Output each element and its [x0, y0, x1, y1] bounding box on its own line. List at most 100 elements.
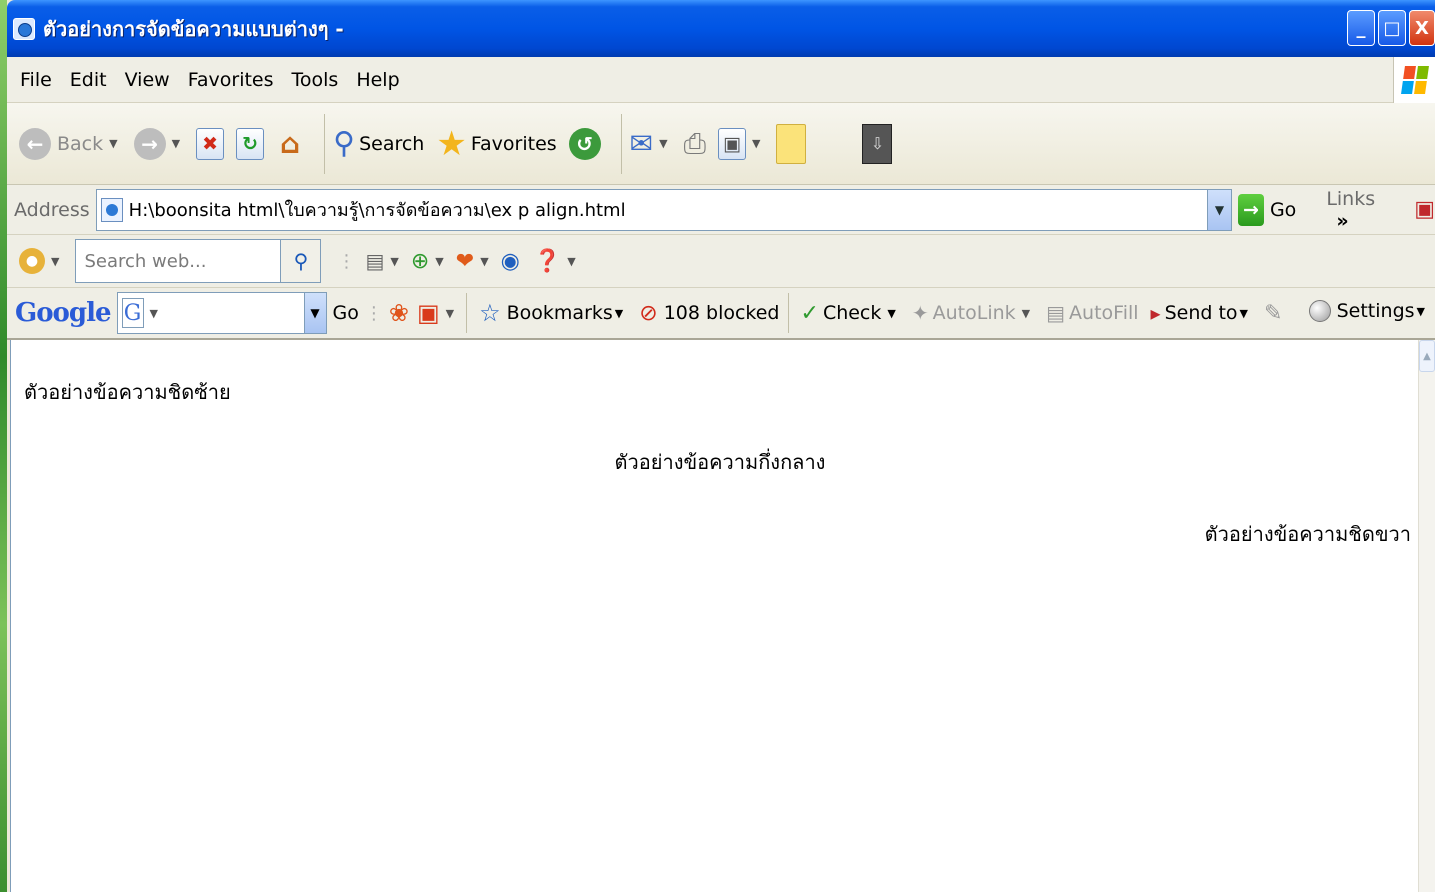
address-input[interactable]: H:\boonsita html\ใบความรู้\การจัดข้อความ… [95, 188, 1232, 231]
home-icon: ⌂ [280, 127, 301, 160]
send-to-dropdown-icon: ▼ [1239, 306, 1249, 320]
google-go-button[interactable]: Go [333, 302, 359, 324]
send-to-button[interactable]: ▸ Send to ▼ [1151, 301, 1252, 325]
forward-dropdown-icon[interactable]: ▼ [172, 137, 180, 150]
mail-dropdown-icon[interactable]: ▼ [659, 137, 667, 150]
print-button[interactable]: ⎙ [684, 127, 706, 161]
back-button[interactable]: ← Back ▼ [19, 127, 122, 160]
browser-window: ตัวอย่างการจัดข้อความแบบต่างๆ - _ □ X Fi… [7, 0, 1435, 892]
menu-help[interactable]: Help [356, 69, 399, 91]
address-dropdown-icon[interactable]: ▼ [1206, 189, 1231, 230]
add-dropdown-icon[interactable]: ▼ [435, 255, 443, 268]
printer-icon: ⎙ [683, 126, 706, 160]
ie-page-icon [13, 17, 35, 40]
forward-button[interactable]: → ▼ [133, 127, 184, 160]
google-search-input[interactable]: G ▼ ▼ [116, 292, 327, 334]
spellcheck-button[interactable]: ✓ Check ▼ [801, 301, 900, 326]
blocked-label: 108 blocked [663, 302, 780, 324]
history-button[interactable]: ↺ [568, 127, 601, 160]
butterfly-dropdown-icon[interactable]: ▼ [480, 255, 488, 268]
standard-toolbar: ← Back ▼ → ▼ ✖ ↻ ⌂ ⚲ Search ★ Favorites … [7, 103, 1435, 185]
toolbar-separator [620, 113, 622, 174]
autolink-dropdown-icon: ▼ [1021, 306, 1031, 320]
menu-favorites[interactable]: Favorites [188, 69, 274, 91]
home-button[interactable]: ⌂ [276, 127, 304, 160]
back-label: Back [57, 132, 104, 155]
add-icon[interactable]: ⊕ [411, 249, 429, 274]
highlighter-icon[interactable]: ✎ [1264, 301, 1282, 326]
links-button[interactable]: Links » [1326, 188, 1402, 232]
google-g-icon: G [121, 298, 144, 328]
toolbar-separator [787, 293, 789, 333]
menu-tools[interactable]: Tools [292, 69, 339, 91]
stop-icon: ✖ [196, 127, 225, 160]
search-input[interactable]: Search web... ⚲ [75, 239, 322, 283]
search-go-icon[interactable]: ⚲ [280, 240, 321, 282]
maximize-button[interactable]: □ [1378, 10, 1406, 46]
search-toolbar: ● ▼ Search web... ⚲ ⋮ ▤ ▼ ⊕ ▼ ❤ ▼ ◉ ❓ ▼ [7, 235, 1435, 288]
settings-button[interactable]: Settings ▼ [1308, 300, 1429, 322]
menu-file[interactable]: File [20, 69, 52, 91]
mail-button[interactable]: ✉ ▼ [630, 127, 672, 160]
autolink-label: AutoLink [932, 302, 1016, 324]
search-engine-icon[interactable]: ● [19, 248, 45, 274]
settings-dropdown-icon: ▼ [1416, 304, 1425, 318]
pdf-icon[interactable]: ▣ [1414, 197, 1435, 222]
go-button[interactable]: → Go [1237, 193, 1297, 226]
messenger-icon[interactable]: ◉ [501, 249, 520, 274]
search-button[interactable]: ⚲ Search [333, 126, 424, 161]
autofill-button[interactable]: ▤ AutoFill [1046, 301, 1138, 325]
google-g-dropdown-icon[interactable]: ▼ [150, 307, 158, 320]
autolink-wand-icon: ✦ [911, 301, 929, 325]
menu-edit[interactable]: Edit [70, 69, 107, 91]
links-chevron-icon[interactable]: » [1336, 210, 1348, 232]
menu-view[interactable]: View [125, 69, 170, 91]
google-input-dropdown-icon[interactable]: ▼ [303, 293, 326, 333]
mail-icon: ✉ [629, 127, 654, 160]
edit-button[interactable]: ▣ ▼ [718, 127, 764, 160]
help-icon[interactable]: ❓ [534, 249, 561, 274]
butterfly-icon[interactable]: ❤ [456, 249, 474, 274]
research-button[interactable]: ⇩ [862, 123, 893, 164]
window-dropdown-icon[interactable]: ▼ [390, 255, 398, 268]
settings-label: Settings [1336, 300, 1415, 322]
spellcheck-icon: ✓ [800, 300, 819, 326]
menu-bar: File Edit View Favorites Tools Help [7, 57, 1435, 103]
search-magnifier-icon: ⚲ [333, 126, 356, 161]
minimize-button[interactable]: _ [1347, 10, 1375, 46]
vertical-scrollbar[interactable]: ▲ [1418, 340, 1435, 892]
title-bar[interactable]: ตัวอย่างการจัดข้อความแบบต่างๆ - _ □ X [7, 0, 1435, 57]
pagerank-icon[interactable]: ❀ [389, 299, 409, 327]
bookmarks-dropdown-icon: ▼ [614, 306, 624, 320]
page-content: ตัวอย่างข้อความชิดซ้าย ตัวอย่างข้อความกึ… [10, 340, 1428, 892]
bookmark-star-icon: ☆ [479, 299, 501, 327]
forward-arrow-icon: → [133, 127, 166, 160]
edit-page-icon: ▣ [718, 127, 746, 160]
address-bar: Address H:\boonsita html\ใบความรู้\การจั… [7, 185, 1435, 235]
stop-button[interactable]: ✖ [196, 127, 225, 160]
help-dropdown-icon[interactable]: ▼ [567, 255, 575, 268]
popup-blocker-button[interactable]: ⊘ 108 blocked [639, 301, 779, 326]
notes-button[interactable] [776, 123, 807, 164]
news-icon[interactable]: ▣ [417, 299, 440, 327]
refresh-button[interactable]: ↻ [236, 127, 265, 160]
close-button[interactable]: X [1409, 10, 1435, 46]
back-dropdown-icon[interactable]: ▼ [109, 137, 117, 150]
address-label: Address [14, 198, 90, 221]
edit-dropdown-icon[interactable]: ▼ [752, 137, 760, 150]
go-label: Go [1269, 198, 1297, 221]
windows-logo-icon [1393, 57, 1435, 103]
toolbar-separator [324, 113, 326, 174]
news-dropdown-icon[interactable]: ▼ [446, 307, 454, 320]
window-title: ตัวอย่างการจัดข้อความแบบต่างๆ - [43, 16, 344, 41]
center-aligned-paragraph: ตัวอย่างข้อความกึ่งกลาง [614, 450, 826, 474]
check-dropdown-icon: ▼ [887, 306, 896, 320]
autolink-button[interactable]: ✦ AutoLink ▼ [912, 301, 1034, 325]
search-label: Search [359, 132, 425, 155]
favorites-button[interactable]: ★ Favorites [436, 124, 556, 164]
window-icon[interactable]: ▤ [365, 249, 384, 273]
bookmarks-button[interactable]: ☆ Bookmarks ▼ [479, 299, 627, 327]
address-url: H:\boonsita html\ใบความรู้\การจัดข้อความ… [128, 200, 626, 221]
engine-dropdown-icon[interactable]: ▼ [51, 255, 59, 268]
scroll-up-arrow-icon[interactable]: ▲ [1419, 340, 1435, 372]
